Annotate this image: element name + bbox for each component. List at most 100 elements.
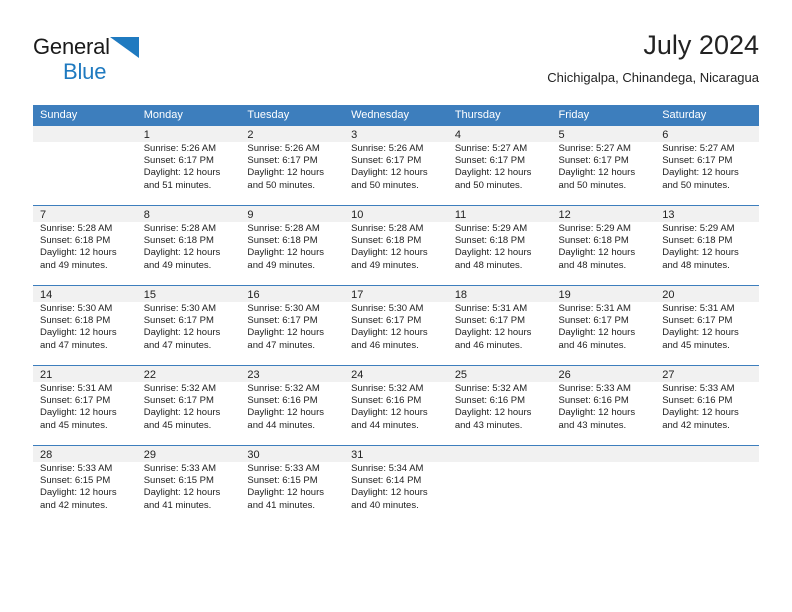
daylight-text-line2: and 47 minutes. [40,339,108,351]
day-cell[interactable]: 1 Sunrise: 5:26 AM Sunset: 6:17 PM Daylight… [136,126,241,205]
daylight-text-line1: Daylight: 12 hours [143,247,221,259]
day-cell[interactable]: 10 Sunrise: 5:28 AM Sunset: 6:18 PM Dayligh… [344,206,448,285]
day-cell[interactable]: 18 Sunrise: 5:31 AM Sunset: 6:17 PM Dayligh… [447,286,552,365]
day-cell[interactable]: 31 Sunrise: 5:34 AM Sunset: 6:14 PM Dayligh… [344,446,448,525]
day-cell[interactable]: 5 Sunrise: 5:27 AM Sunset: 6:17 PM Daylight… [551,126,656,205]
calendar-cell: 7 Sunrise: 5:28 AM Sunset: 6:18 PM Daylight… [33,205,137,286]
daylight-text-line2: and 49 minutes. [247,259,316,271]
daylight-text-line2: and 44 minutes. [247,419,316,431]
sunset-text: Sunset: 6:18 PM [351,235,422,247]
day-cell[interactable]: 26 Sunrise: 5:33 AM Sunset: 6:16 PM Dayligh… [551,366,656,445]
calendar-cell: 8 Sunrise: 5:28 AM Sunset: 6:18 PM Daylight… [136,205,241,286]
daylight-text-line1: Daylight: 12 hours [351,247,428,259]
calendar-cell: 3 Sunrise: 5:26 AM Sunset: 6:17 PM Daylight… [344,126,448,206]
sunset-text: Sunset: 6:18 PM [662,235,733,247]
daylight-text-line2: and 42 minutes. [662,419,730,431]
day-cell[interactable]: 24 Sunrise: 5:32 AM Sunset: 6:16 PM Dayligh… [344,366,448,445]
day-number: 22 [143,369,156,381]
day-number: 5 [558,129,565,141]
day-cell[interactable]: 28 Sunrise: 5:33 AM Sunset: 6:15 PM Dayligh… [33,446,137,525]
calendar-cell: 16 Sunrise: 5:30 AM Sunset: 6:17 PM Dayligh… [240,285,345,366]
calendar-cell: 10 Sunrise: 5:28 AM Sunset: 6:18 PM Dayligh… [344,205,448,286]
day-cell[interactable]: 12 Sunrise: 5:29 AM Sunset: 6:18 PM Dayligh… [551,206,656,285]
sunset-text: Sunset: 6:17 PM [40,395,111,407]
daylight-text-line2: and 46 minutes. [558,339,627,351]
day-cell[interactable]: 7 Sunrise: 5:28 AM Sunset: 6:18 PM Daylight… [33,206,137,285]
day-cell[interactable]: 8 Sunrise: 5:28 AM Sunset: 6:18 PM Daylight… [136,206,241,285]
day-details: Sunrise: 5:30 AM Sunset: 6:18 PM Daylight:… [33,301,137,352]
daylight-text-line2: and 43 minutes. [454,419,523,431]
sunrise-text: Sunrise: 5:34 AM [351,463,424,474]
weekday-header-monday: Monday [136,105,241,126]
day-number: 19 [558,289,571,301]
day-details: Sunrise: 5:33 AM Sunset: 6:16 PM Daylight:… [655,381,759,432]
day-number: 11 [454,209,467,221]
day-cell[interactable]: 23 Sunrise: 5:32 AM Sunset: 6:16 PM Dayligh… [240,366,345,445]
day-cell[interactable]: 9 Sunrise: 5:28 AM Sunset: 6:18 PM Daylight… [240,206,345,285]
sunset-text: Sunset: 6:18 PM [40,235,111,247]
sunset-text: Sunset: 6:15 PM [143,475,214,487]
day-cell[interactable]: 27 Sunrise: 5:33 AM Sunset: 6:16 PM Dayligh… [655,366,759,445]
logo-text-general: General [33,34,110,59]
day-details: Sunrise: 5:28 AM Sunset: 6:18 PM Daylight:… [33,221,137,272]
day-details: Sunrise: 5:28 AM Sunset: 6:18 PM Daylight:… [344,221,448,272]
day-details: Sunrise: 5:27 AM Sunset: 6:17 PM Daylight:… [655,141,759,192]
sunset-text: Sunset: 6:18 PM [143,235,214,247]
day-cell[interactable]: 13 Sunrise: 5:29 AM Sunset: 6:18 PM Dayligh… [655,206,759,285]
daylight-text-line2: and 44 minutes. [351,419,419,431]
day-cell[interactable]: 11 Sunrise: 5:29 AM Sunset: 6:18 PM Dayligh… [447,206,552,285]
generalblue-logo[interactable]: General Blue [33,35,263,91]
calendar-cell: 9 Sunrise: 5:28 AM Sunset: 6:18 PM Daylight… [240,205,345,286]
day-cell[interactable]: 6 Sunrise: 5:27 AM Sunset: 6:17 PM Daylight… [655,126,759,205]
daylight-text-line1: Daylight: 12 hours [454,407,532,419]
day-cell[interactable]: 20 Sunrise: 5:31 AM Sunset: 6:17 PM Dayligh… [655,286,759,365]
sunrise-text: Sunrise: 5:32 AM [454,383,528,394]
sunrise-text: Sunrise: 5:32 AM [247,383,320,394]
day-number: 29 [143,449,156,461]
day-number: 27 [662,369,675,381]
day-cell[interactable]: 2 Sunrise: 5:26 AM Sunset: 6:17 PM Daylight… [240,126,345,205]
day-cell[interactable]: 3 Sunrise: 5:26 AM Sunset: 6:17 PM Daylight… [344,126,448,205]
daylight-text-line2: and 42 minutes. [40,499,108,511]
sunrise-text: Sunrise: 5:27 AM [454,143,528,154]
calendar-cell: 4 Sunrise: 5:27 AM Sunset: 6:17 PM Daylight… [447,126,552,206]
weekday-header-friday: Friday [551,105,656,126]
day-cell[interactable]: 29 Sunrise: 5:33 AM Sunset: 6:15 PM Dayligh… [136,446,241,525]
daylight-text-line1: Daylight: 12 hours [40,327,117,339]
day-cell[interactable]: 4 Sunrise: 5:27 AM Sunset: 6:17 PM Daylight… [447,126,552,205]
sunrise-text: Sunrise: 5:30 AM [247,303,320,314]
calendar-cell: 21 Sunrise: 5:31 AM Sunset: 6:17 PM Dayligh… [33,365,137,446]
day-cell[interactable]: 14 Sunrise: 5:30 AM Sunset: 6:18 PM Dayligh… [33,286,137,365]
calendar-cell: 26 Sunrise: 5:33 AM Sunset: 6:16 PM Dayligh… [551,365,656,446]
sunset-text: Sunset: 6:15 PM [40,475,111,487]
day-cell[interactable]: 25 Sunrise: 5:32 AM Sunset: 6:16 PM Dayligh… [447,366,552,445]
sunrise-text: Sunrise: 5:27 AM [558,143,631,154]
sunrise-text: Sunrise: 5:33 AM [558,383,631,394]
sunset-text: Sunset: 6:18 PM [454,235,526,247]
day-cell[interactable]: 17 Sunrise: 5:30 AM Sunset: 6:17 PM Dayligh… [344,286,448,365]
sunrise-text: Sunrise: 5:27 AM [662,143,735,154]
sunrise-text: Sunrise: 5:31 AM [662,303,735,314]
day-number: 3 [351,129,358,141]
sunrise-text: Sunrise: 5:29 AM [454,223,528,234]
sunset-text: Sunset: 6:17 PM [558,315,629,327]
daylight-text-line1: Daylight: 12 hours [247,167,324,179]
weekday-header-tuesday: Tuesday [240,105,345,126]
sunrise-text: Sunrise: 5:30 AM [40,303,113,314]
day-cell[interactable]: 16 Sunrise: 5:30 AM Sunset: 6:17 PM Dayligh… [240,286,345,365]
day-number [33,126,137,129]
page-subtitle: Chichigalpa, Chinandega, Nicaragua [547,70,759,85]
day-cell[interactable]: 21 Sunrise: 5:31 AM Sunset: 6:17 PM Dayligh… [33,366,137,445]
sunset-text: Sunset: 6:17 PM [247,155,318,167]
daylight-text-line1: Daylight: 12 hours [351,487,428,499]
day-cell[interactable]: 15 Sunrise: 5:30 AM Sunset: 6:17 PM Dayligh… [136,286,241,365]
day-cell[interactable]: 22 Sunrise: 5:32 AM Sunset: 6:17 PM Dayligh… [136,366,241,445]
weekday-header-wednesday: Wednesday [344,105,448,126]
day-cell[interactable]: 19 Sunrise: 5:31 AM Sunset: 6:17 PM Dayligh… [551,286,656,365]
daylight-text-line1: Daylight: 12 hours [247,327,324,339]
calendar-week-row: 7 Sunrise: 5:28 AM Sunset: 6:18 PM Daylight… [33,205,759,286]
calendar-cell: 24 Sunrise: 5:32 AM Sunset: 6:16 PM Dayligh… [344,365,448,446]
daylight-text-line1: Daylight: 12 hours [351,167,428,179]
day-cell[interactable]: 30 Sunrise: 5:33 AM Sunset: 6:15 PM Dayligh… [240,446,345,525]
sunset-text: Sunset: 6:16 PM [351,395,422,407]
